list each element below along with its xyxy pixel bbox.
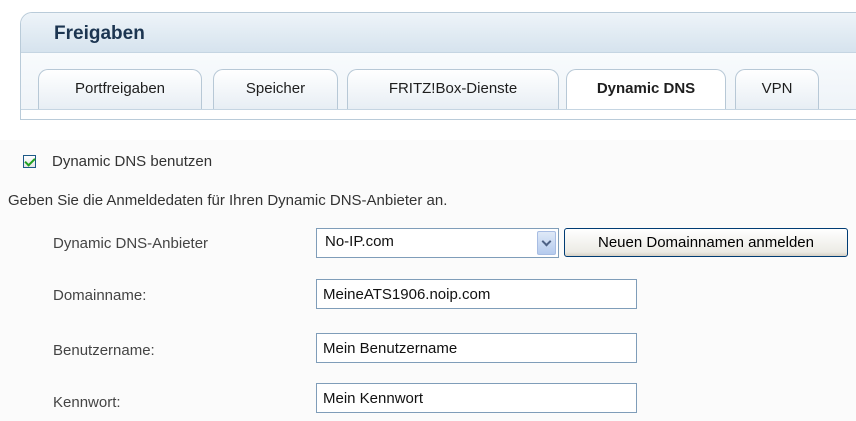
use-dyndns-checkbox[interactable] bbox=[23, 155, 36, 168]
tab-dynamic-dns[interactable]: Dynamic DNS bbox=[566, 69, 726, 111]
tab-portfreigaben[interactable]: Portfreigaben bbox=[38, 69, 202, 109]
password-label: Kennwort: bbox=[53, 394, 121, 411]
use-dyndns-label: Dynamic DNS benutzen bbox=[52, 153, 213, 170]
page-title: Freigaben bbox=[54, 23, 145, 44]
domain-field[interactable] bbox=[316, 279, 637, 309]
username-field[interactable] bbox=[316, 333, 637, 363]
username-label: Benutzername: bbox=[53, 342, 155, 359]
domain-label: Domainname: bbox=[53, 287, 147, 304]
password-field[interactable] bbox=[316, 383, 637, 413]
tab-speicher[interactable]: Speicher bbox=[213, 69, 338, 109]
checkmark-icon bbox=[24, 155, 36, 167]
register-domain-button[interactable]: Neuen Domainnamen anmelden bbox=[564, 228, 848, 257]
chevron-down-icon[interactable] bbox=[537, 231, 556, 255]
instruction-text: Geben Sie die Anmeldedaten für Ihren Dyn… bbox=[8, 192, 448, 209]
provider-select[interactable]: No-IP.com bbox=[316, 228, 559, 258]
provider-label: Dynamic DNS-Anbieter bbox=[53, 235, 209, 252]
panel-header bbox=[21, 13, 856, 53]
provider-selected-value: No-IP.com bbox=[325, 233, 394, 250]
use-dyndns-row: Dynamic DNS benutzen bbox=[23, 153, 212, 170]
header-panel: Freigaben Portfreigaben Speicher FRITZ!B… bbox=[20, 12, 856, 120]
panel-base bbox=[21, 109, 856, 119]
dyndns-settings: Dynamic DNS benutzen Geben Sie die Anmel… bbox=[0, 140, 856, 421]
tab-vpn[interactable]: VPN bbox=[735, 69, 819, 109]
tab-fritzbox-dienste[interactable]: FRITZ!Box-Dienste bbox=[347, 69, 559, 109]
